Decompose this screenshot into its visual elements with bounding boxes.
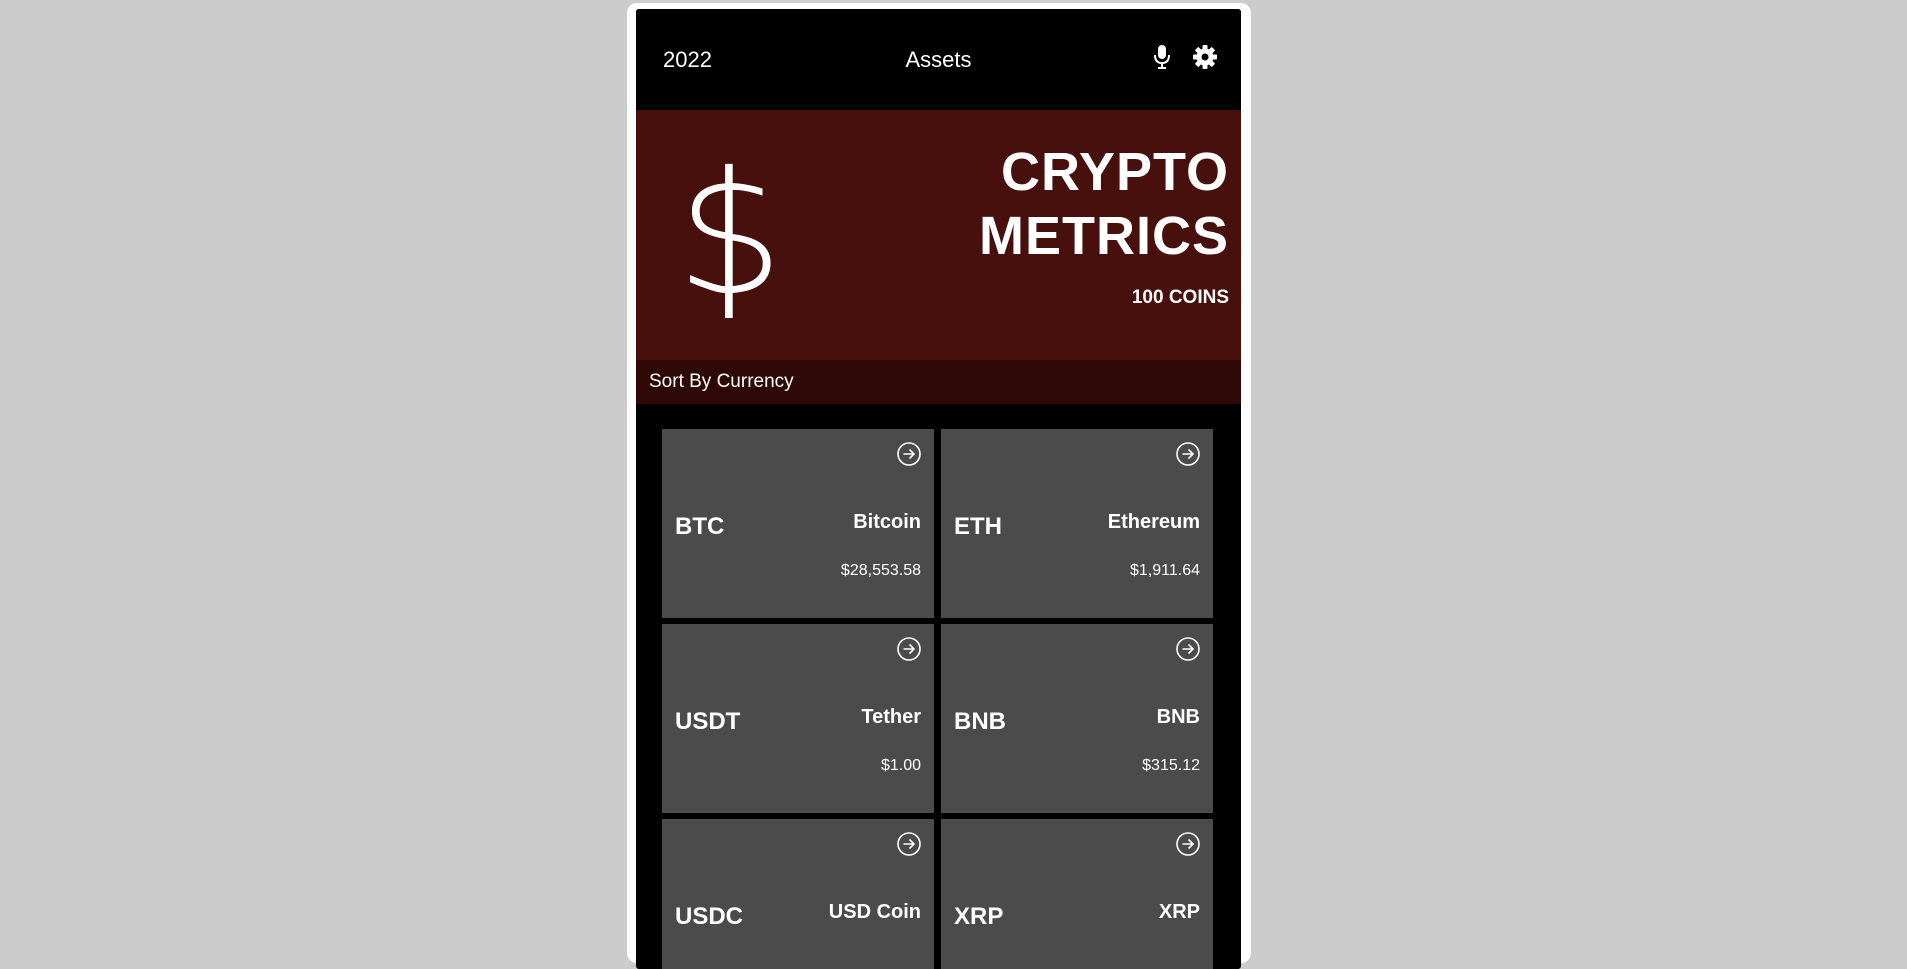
- coin-price: $1.00: [880, 757, 921, 774]
- coin-card-btc[interactable]: BTC Bitcoin $28,553.58: [662, 429, 934, 618]
- app-screen: 2022 Assets $ CRYPTO METRICS 100 COINS S…: [636, 9, 1241, 969]
- arrow-right-circle-icon[interactable]: [897, 637, 921, 661]
- hero-title: CRYPTO METRICS: [979, 140, 1229, 268]
- coin-name: BNB: [1156, 706, 1200, 728]
- arrow-right-circle-icon[interactable]: [1176, 832, 1200, 856]
- page-title: Assets: [905, 47, 972, 72]
- coin-card-usdc[interactable]: USDC USD Coin: [662, 819, 934, 969]
- coin-symbol: ETH: [954, 513, 1002, 540]
- coin-name: Ethereum: [1107, 511, 1200, 533]
- arrow-right-circle-icon[interactable]: [897, 442, 921, 466]
- coin-symbol: BTC: [675, 513, 725, 540]
- coin-name: Bitcoin: [853, 511, 921, 533]
- hero-title-line2: METRICS: [979, 206, 1229, 266]
- hero-banner: $ CRYPTO METRICS 100 COINS: [636, 110, 1241, 360]
- microphone-icon[interactable]: [1152, 44, 1172, 70]
- coin-name: Tether: [861, 706, 921, 728]
- coin-symbol: USDT: [675, 708, 741, 735]
- arrow-right-circle-icon[interactable]: [1176, 442, 1200, 466]
- sort-label[interactable]: Sort By Currency: [649, 371, 794, 393]
- coin-symbol: XRP: [954, 903, 1004, 930]
- phone-frame: 2022 Assets $ CRYPTO METRICS 100 COINS S…: [627, 3, 1251, 969]
- coin-grid: BTC Bitcoin $28,553.58 ETH Ethereum $1,9…: [662, 429, 1215, 969]
- coin-price: $28,553.58: [840, 562, 921, 579]
- coin-symbol: BNB: [954, 708, 1006, 735]
- hero-title-line1: CRYPTO: [1000, 142, 1229, 202]
- coin-count: 100 COINS: [1131, 287, 1229, 308]
- coin-card-usdt[interactable]: USDT Tether $1.00: [662, 624, 934, 813]
- app-bar: 2022 Assets: [636, 9, 1241, 109]
- coin-card-bnb[interactable]: BNB BNB $315.12: [941, 624, 1213, 813]
- dollar-icon: $: [676, 136, 785, 334]
- coin-name: XRP: [1158, 901, 1200, 923]
- coin-name: USD Coin: [828, 901, 921, 923]
- sort-bar[interactable]: Sort By Currency: [636, 360, 1241, 404]
- coin-price: $1,911.64: [1130, 562, 1200, 579]
- arrow-right-circle-icon[interactable]: [897, 832, 921, 856]
- coin-price: $315.12: [1142, 757, 1200, 774]
- coin-card-xrp[interactable]: XRP XRP: [941, 819, 1213, 969]
- coin-card-eth[interactable]: ETH Ethereum $1,911.64: [941, 429, 1213, 618]
- gear-icon[interactable]: [1192, 44, 1218, 70]
- arrow-right-circle-icon[interactable]: [1176, 637, 1200, 661]
- coin-symbol: USDC: [675, 903, 744, 930]
